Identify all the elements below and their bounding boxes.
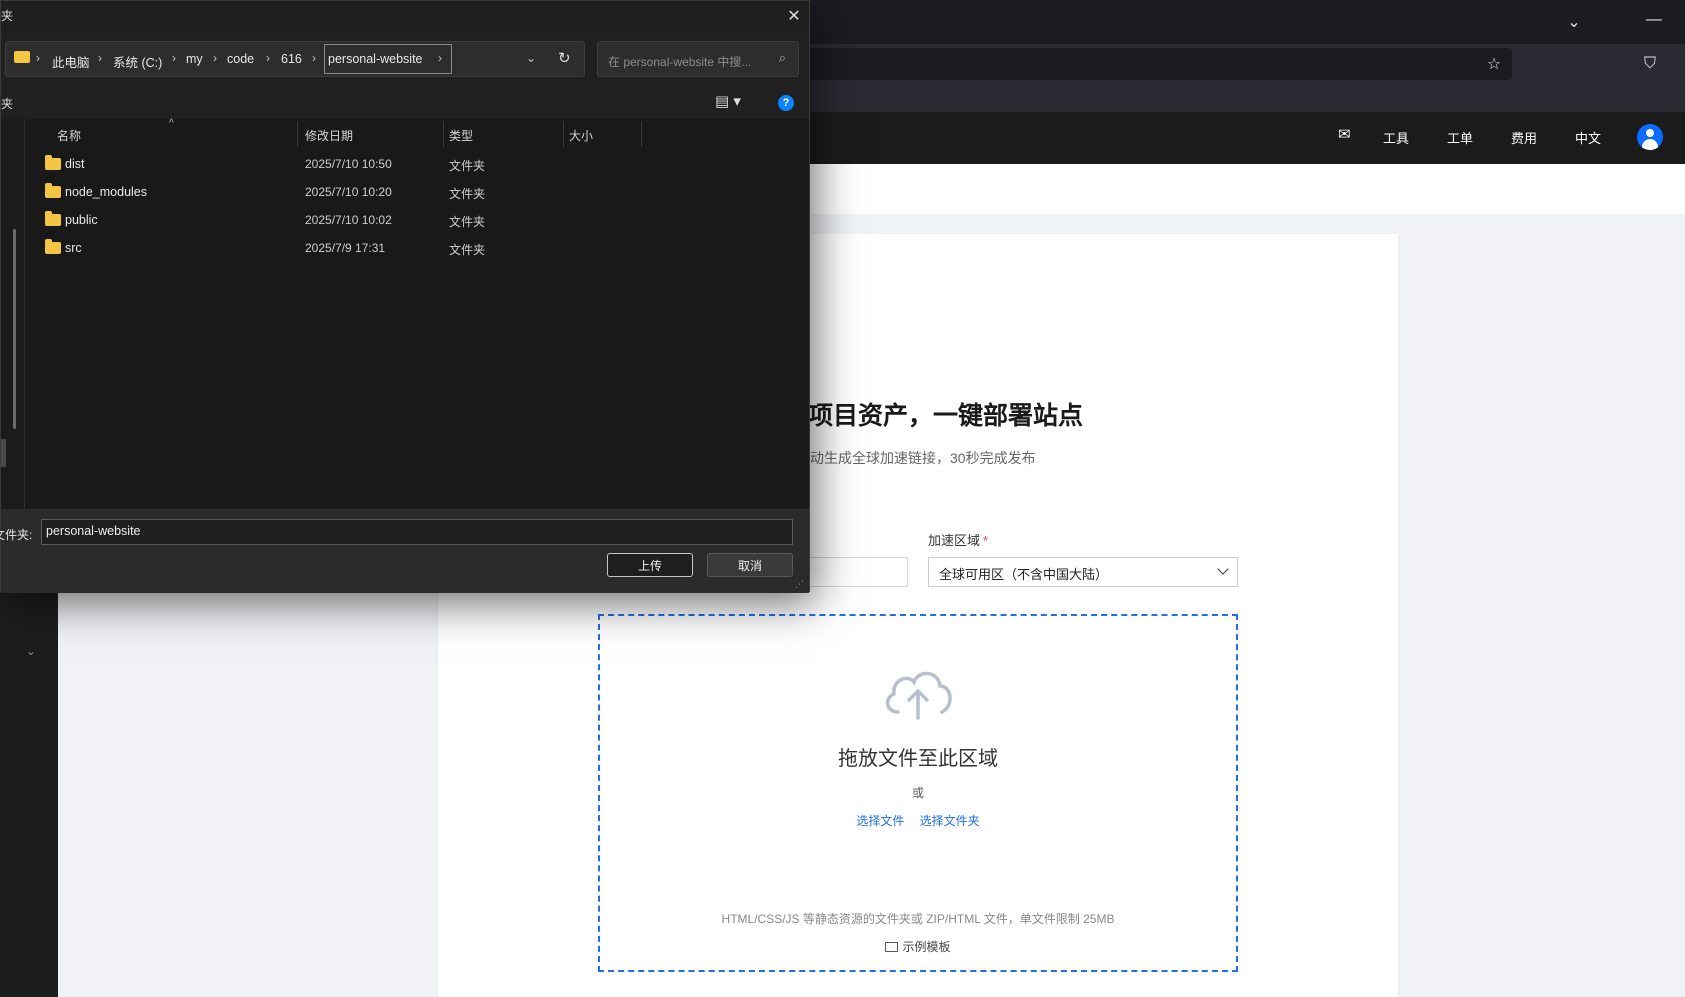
hero-subtitle: 动生成全球加速链接，30秒完成发布 (810, 450, 1036, 466)
column-type[interactable]: 类型 (449, 127, 473, 144)
file-row[interactable]: src 2025/7/9 17:31 文件夹 (25, 235, 785, 263)
file-modified: 2025/7/10 10:02 (305, 213, 392, 227)
dropzone-or: 或 (911, 786, 924, 800)
column-name[interactable]: 名称 (57, 127, 81, 144)
choose-folder-link[interactable]: 选择文件夹 (920, 814, 980, 828)
file-type: 文件夹 (449, 215, 486, 229)
file-modified: 2025/7/10 10:50 (305, 157, 392, 171)
file-type: 文件夹 (449, 187, 486, 201)
dialog-command-bar: 夹 ▤ ▾ ? (1, 87, 809, 119)
hero-title: 项目资产，一键部署站点 (808, 402, 1084, 430)
upload-dropzone[interactable]: 拖放文件至此区域 或 选择文件 选择文件夹 HTML/CSS/JS 等静态资源的… (598, 614, 1238, 972)
region-select-value: 全球可用区（不含中国大陆） (939, 567, 1109, 582)
nav-billing[interactable]: 费用 (1511, 128, 1537, 147)
choose-file-link[interactable]: 选择文件 (856, 814, 904, 828)
nav-tools[interactable]: 工具 (1383, 128, 1409, 147)
folder-icon (885, 942, 899, 952)
chevron-right-icon: › (266, 51, 270, 65)
new-folder-button[interactable]: 夹 (1, 95, 13, 112)
breadcrumb-this-pc[interactable]: 此电脑 (52, 52, 90, 71)
breadcrumb-drive-c[interactable]: 系统 (C:) (113, 52, 162, 71)
region-select[interactable]: 全球可用区（不含中国大陆） (928, 557, 1238, 587)
minimize-icon[interactable]: — (1640, 6, 1668, 34)
cancel-button[interactable]: 取消 (707, 553, 793, 577)
close-icon[interactable]: ✕ (781, 4, 807, 28)
chevron-right-icon: › (312, 51, 316, 65)
help-icon[interactable]: ? (778, 95, 794, 111)
folder-icon (45, 155, 61, 170)
chevron-right-icon: › (36, 51, 40, 65)
breadcrumb-code[interactable]: code (227, 52, 254, 66)
chevron-right-icon: › (172, 51, 176, 65)
star-icon[interactable]: ☆ (1480, 50, 1508, 78)
file-row[interactable]: node_modules 2025/7/10 10:20 文件夹 (25, 179, 785, 207)
nav-tickets[interactable]: 工单 (1447, 128, 1473, 147)
column-divider[interactable] (563, 121, 564, 147)
file-name: public (65, 213, 98, 227)
folder-icon (45, 239, 61, 254)
dropzone-links: 选择文件 选择文件夹 (600, 812, 1236, 829)
nav-selected-item[interactable] (1, 439, 6, 467)
dialog-title: 夹 (1, 9, 14, 23)
chevron-down-icon (1217, 563, 1229, 575)
folder-field-label: 文件夹: (0, 528, 33, 542)
chevron-right-icon: › (98, 51, 102, 65)
chevron-down-icon[interactable]: ⌄ (1560, 8, 1588, 36)
file-name: src (65, 241, 82, 255)
file-type: 文件夹 (449, 243, 486, 257)
dialog-footer: 文件夹: personal-website 上传 取消 ⋰ (0, 509, 809, 593)
column-divider[interactable] (297, 121, 298, 147)
file-name: node_modules (65, 185, 148, 199)
folder-icon (45, 211, 61, 226)
resize-grip-icon[interactable]: ⋰ (795, 579, 804, 590)
file-name: dist (65, 157, 85, 171)
chevron-right-icon: › (438, 51, 442, 65)
file-row[interactable]: dist 2025/7/10 10:50 文件夹 (25, 151, 785, 179)
dialog-titlebar: 夹 ✕ (1, 1, 809, 31)
folder-name-input[interactable]: personal-website (41, 519, 793, 545)
url-bar[interactable]: ☆ (800, 48, 1512, 80)
mail-icon[interactable]: ✉ (1338, 125, 1351, 143)
column-divider[interactable] (443, 121, 444, 147)
scrollbar[interactable] (13, 229, 16, 429)
view-options-icon[interactable]: ▤ ▾ (715, 92, 741, 110)
file-row[interactable]: public 2025/7/10 10:02 文件夹 (25, 207, 785, 235)
file-list: ^ 名称 修改日期 类型 大小 dist 2025/7/10 10:50 文件夹… (25, 118, 809, 509)
address-bar[interactable]: › 此电脑 › 系统 (C:) › my › code › 616 › pers… (5, 41, 585, 77)
dropzone-hint: HTML/CSS/JS 等静态资源的文件夹或 ZIP/HTML 文件，单文件限制… (721, 912, 1115, 926)
folder-icon (14, 51, 30, 63)
sort-ascending-icon: ^ (169, 118, 174, 129)
pocket-icon[interactable]: ⛉ (1636, 50, 1664, 78)
chevron-down-icon[interactable]: ⌄ (26, 644, 36, 658)
avatar[interactable] (1637, 124, 1663, 150)
sample-template-label: 示例模板 (902, 940, 951, 954)
required-mark: * (983, 533, 989, 548)
chevron-down-icon[interactable]: ⌄ (526, 51, 536, 65)
nav-language[interactable]: 中文 (1575, 128, 1601, 147)
breadcrumb-my[interactable]: my (186, 52, 203, 66)
file-modified: 2025/7/10 10:20 (305, 185, 392, 199)
region-label: 加速区域 * (928, 530, 988, 549)
breadcrumb-616[interactable]: 616 (281, 52, 302, 66)
file-modified: 2025/7/9 17:31 (305, 241, 386, 255)
navigation-pane (1, 119, 25, 509)
column-divider[interactable] (641, 121, 642, 147)
upload-button[interactable]: 上传 (607, 553, 693, 577)
column-modified[interactable]: 修改日期 (305, 127, 353, 144)
search-icon: ⌕ (778, 50, 786, 65)
column-size[interactable]: 大小 (569, 127, 593, 144)
folder-icon (45, 183, 61, 198)
breadcrumb-personal-website[interactable]: personal-website (328, 52, 423, 66)
search-input[interactable]: 在 personal-website 中搜... ⌕ (597, 41, 799, 77)
file-open-dialog: 夹 ✕ › 此电脑 › 系统 (C:) › my › code › 616 › … (0, 0, 810, 593)
region-label-text: 加速区域 (928, 533, 981, 548)
file-type: 文件夹 (449, 159, 486, 173)
cloud-upload-icon (885, 671, 952, 720)
sample-template-link[interactable]: 示例模板 (600, 938, 1236, 955)
refresh-icon[interactable]: ↻ (558, 49, 571, 67)
chevron-right-icon: › (213, 51, 217, 65)
dropzone-title: 拖放文件至此区域 (838, 748, 998, 770)
search-placeholder: 在 personal-website 中搜... (608, 55, 752, 69)
